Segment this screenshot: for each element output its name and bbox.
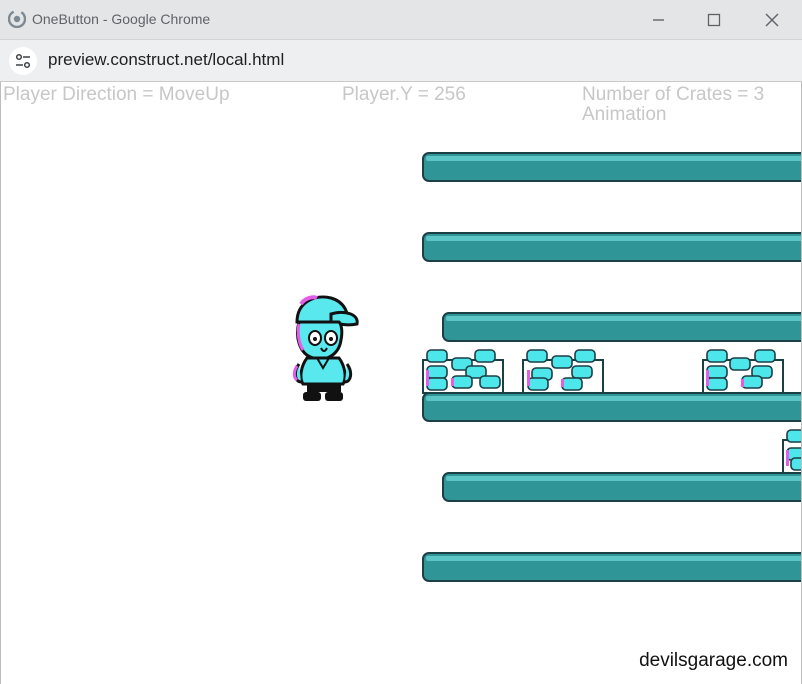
platform — [422, 152, 801, 182]
close-icon[interactable] — [761, 9, 783, 31]
crate-stack — [782, 429, 801, 474]
platform — [442, 312, 801, 342]
site-info-icon — [15, 53, 31, 69]
address-bar: preview.construct.net/local.html — [0, 40, 802, 82]
url-field[interactable]: preview.construct.net/local.html — [48, 50, 284, 70]
watermark-text: devilsgarage.com — [639, 650, 788, 671]
chrome-logo-icon — [8, 10, 26, 28]
debug-player-direction: Player Direction = MoveUp — [3, 84, 230, 105]
debug-number-of-crates: Number of Crates = 3 — [582, 84, 765, 105]
player-character — [292, 295, 359, 401]
debug-animation: Animation — [582, 104, 667, 125]
crate-stack — [702, 349, 784, 394]
maximize-icon[interactable] — [703, 9, 725, 31]
crate-stack — [422, 349, 504, 394]
game-canvas[interactable]: Player Direction = MoveUp Player.Y = 256… — [0, 82, 802, 684]
platform — [422, 552, 801, 582]
site-info-button[interactable] — [9, 47, 37, 75]
window-title: OneButton - Google Chrome — [32, 11, 211, 27]
platform — [442, 472, 801, 502]
minimize-icon[interactable] — [647, 9, 669, 31]
platform — [422, 232, 801, 262]
crate-stack — [522, 349, 604, 394]
platform — [422, 392, 801, 422]
debug-player-y: Player.Y = 256 — [342, 84, 466, 105]
browser-title-bar: OneButton - Google Chrome — [0, 0, 802, 40]
